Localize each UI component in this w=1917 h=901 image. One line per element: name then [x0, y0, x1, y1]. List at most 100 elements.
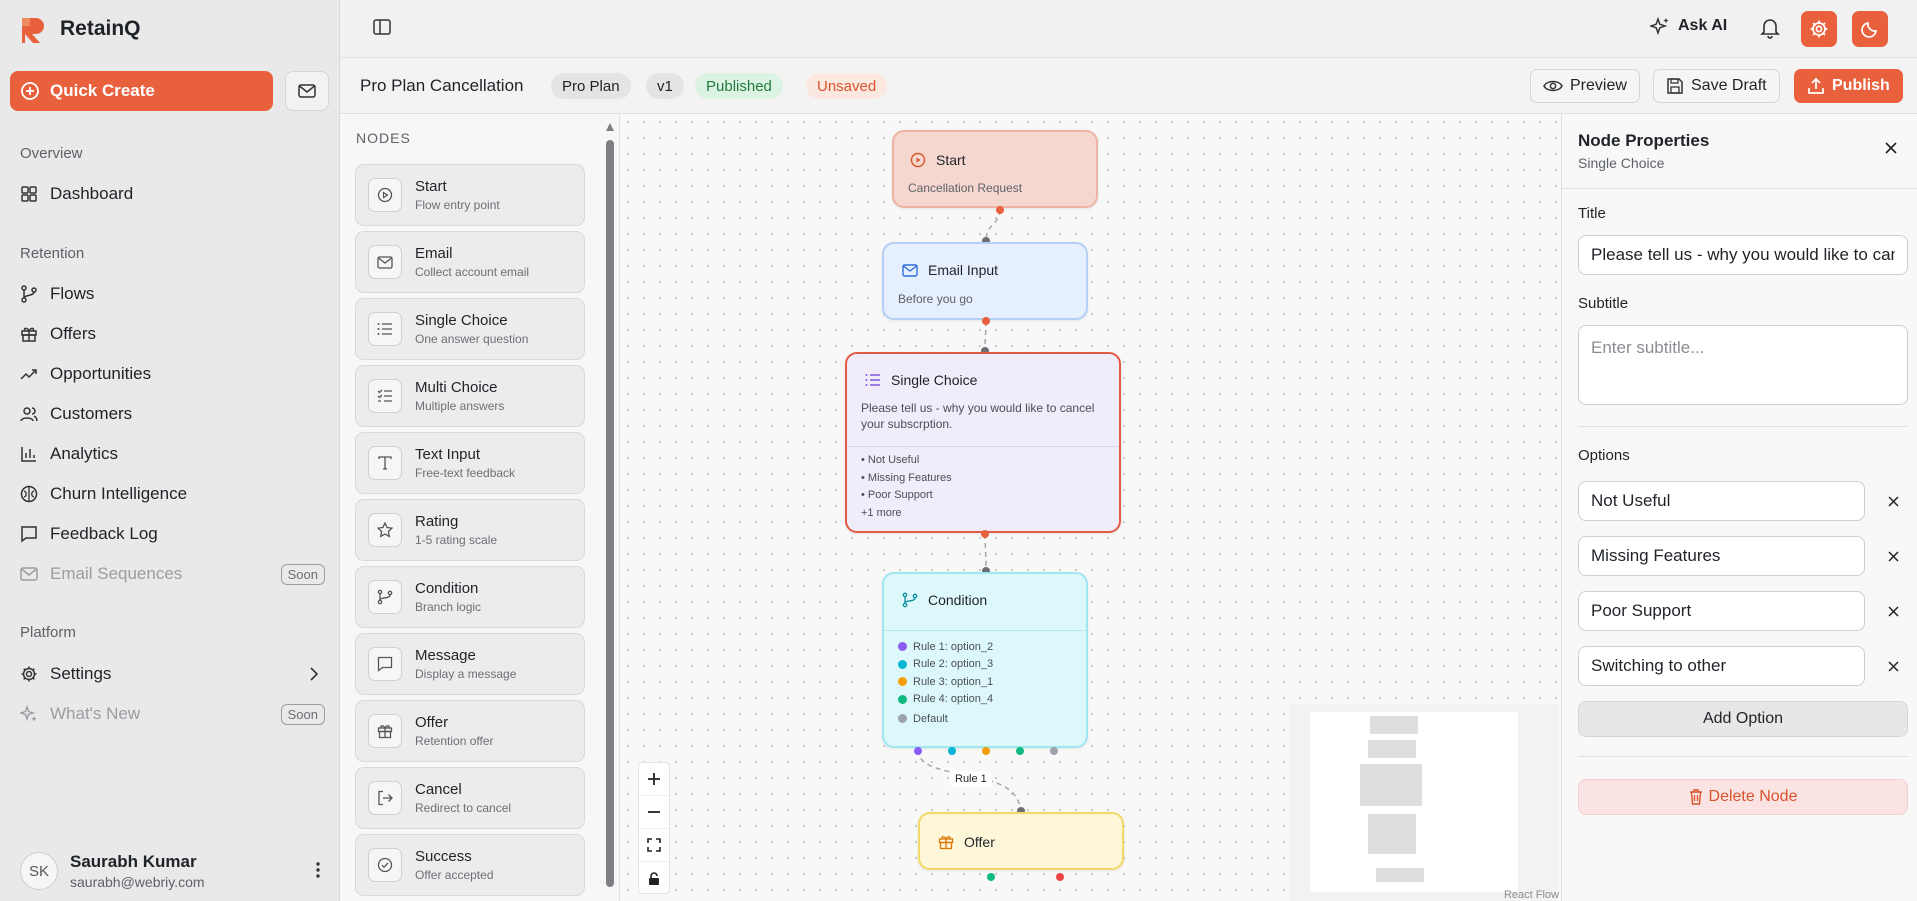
remove-option-icon[interactable]	[1888, 551, 1899, 562]
quick-create-button[interactable]: Quick Create	[10, 71, 273, 111]
status-badge: Published	[695, 73, 783, 99]
option-input[interactable]	[1578, 646, 1865, 686]
flow-canvas[interactable]: Start Cancellation Request Email Input B…	[620, 114, 1561, 901]
flow-node-condition[interactable]: Condition Rule 1: option_2 Rule 2: optio…	[882, 572, 1088, 748]
sidebar-item-analytics[interactable]: Analytics	[20, 438, 325, 470]
sidebar-item-email-sequences[interactable]: Email Sequences Soon	[20, 558, 325, 590]
palette-item-multi-choice[interactable]: Multi Choice Multiple answers	[355, 365, 585, 427]
sidebar-item-flows[interactable]: Flows	[20, 278, 325, 310]
publish-button[interactable]: Publish	[1794, 69, 1903, 103]
remove-option-icon[interactable]	[1888, 661, 1899, 672]
theme-toggle-button[interactable]	[1852, 11, 1888, 47]
user-profile[interactable]: SK Saurabh Kumar saurabh@webriy.com	[20, 850, 330, 892]
preview-button[interactable]: Preview	[1530, 69, 1640, 103]
title-input[interactable]	[1578, 235, 1908, 275]
handle-offer-decline[interactable]	[1056, 873, 1064, 881]
node-subtitle: Before you go	[898, 292, 973, 306]
sidebar-item-label: Opportunities	[50, 364, 152, 383]
palette-item-start[interactable]: Start Flow entry point	[355, 164, 585, 226]
sidebar-item-dashboard[interactable]: Dashboard	[20, 178, 325, 210]
bar-chart-icon	[20, 445, 38, 463]
plus-icon	[648, 773, 660, 785]
dashboard-icon	[20, 185, 38, 203]
handle-rule-1[interactable]	[914, 747, 922, 755]
scroll-thumb[interactable]	[606, 140, 614, 887]
rule-dot	[898, 659, 907, 669]
minimap-node	[1376, 868, 1424, 882]
react-flow-attribution[interactable]: React Flow	[1504, 889, 1559, 901]
fit-view-button[interactable]	[639, 829, 669, 862]
handle-single-out[interactable]	[981, 530, 989, 538]
handle-rule-3[interactable]	[982, 747, 990, 755]
palette-item-message[interactable]: Message Display a message	[355, 633, 585, 695]
handle-start-out[interactable]	[996, 206, 1004, 214]
sidebar-item-churn-intelligence[interactable]: Churn Intelligence	[20, 478, 325, 510]
ask-ai-button[interactable]: Ask AI	[1650, 16, 1727, 36]
flow-node-email-input[interactable]: Email Input Before you go	[882, 242, 1088, 320]
handle-rule-2[interactable]	[948, 747, 956, 755]
rule-label: Rule 4: option_4	[913, 693, 994, 706]
rule-dot	[898, 677, 907, 687]
close-icon[interactable]	[1885, 142, 1897, 154]
node-title: Start	[936, 152, 966, 168]
option-input[interactable]	[1578, 481, 1865, 521]
flow-node-offer[interactable]: Offer	[918, 812, 1124, 870]
palette-scrollbar[interactable]	[605, 122, 615, 901]
palette-item-success[interactable]: Success Offer accepted	[355, 834, 585, 896]
more-vertical-icon[interactable]	[316, 862, 320, 878]
sidebar-item-customers[interactable]: Customers	[20, 398, 325, 430]
delete-node-button[interactable]: Delete Node	[1578, 779, 1908, 815]
zoom-in-button[interactable]	[639, 763, 669, 796]
sidebar-item-label: Analytics	[50, 444, 119, 463]
settings-button[interactable]	[1801, 11, 1837, 47]
zoom-out-button[interactable]	[639, 796, 669, 829]
flow-node-single-choice[interactable]: Single Choice Please tell us - why you w…	[845, 352, 1121, 533]
play-icon	[910, 152, 926, 168]
node-title: Offer	[964, 834, 995, 850]
palette-item-name: Offer	[415, 714, 449, 731]
save-icon	[1667, 78, 1683, 94]
bell-icon[interactable]	[1760, 17, 1780, 39]
handle-email-out[interactable]	[982, 317, 990, 325]
flow-node-start[interactable]: Start Cancellation Request	[892, 130, 1098, 208]
edge-label[interactable]: Rule 1	[950, 771, 992, 787]
handle-default[interactable]	[1050, 747, 1058, 755]
handle-rule-4[interactable]	[1016, 747, 1024, 755]
palette-item-text-input[interactable]: Text Input Free-text feedback	[355, 432, 585, 494]
minimap-viewport	[1310, 712, 1518, 892]
node-option: • Not Useful	[861, 454, 920, 466]
plan-badge: Pro Plan	[551, 73, 631, 99]
sidebar-item-feedback-log[interactable]: Feedback Log	[20, 518, 325, 550]
option-input[interactable]	[1578, 591, 1865, 631]
minimap[interactable]	[1290, 704, 1558, 901]
palette-item-email[interactable]: Email Collect account email	[355, 231, 585, 293]
delete-node-label: Delete Node	[1708, 788, 1798, 805]
option-input[interactable]	[1578, 536, 1865, 576]
preview-label: Preview	[1570, 77, 1627, 94]
moon-icon	[1861, 21, 1878, 38]
save-draft-button[interactable]: Save Draft	[1653, 69, 1780, 103]
fit-view-icon	[647, 838, 661, 852]
sidebar-item-opportunities[interactable]: Opportunities	[20, 358, 325, 390]
handle-offer-accept[interactable]	[987, 873, 995, 881]
toggle-sidebar-icon[interactable]	[372, 17, 392, 37]
remove-option-icon[interactable]	[1888, 606, 1899, 617]
remove-option-icon[interactable]	[1888, 496, 1899, 507]
palette-item-condition[interactable]: Condition Branch logic	[355, 566, 585, 628]
palette-item-cancel[interactable]: Cancel Redirect to cancel	[355, 767, 585, 829]
plus-circle-icon	[21, 82, 39, 100]
lock-button[interactable]	[639, 862, 669, 895]
sidebar-item-whats-new[interactable]: What's New Soon	[20, 698, 325, 730]
sidebar-item-settings[interactable]: Settings	[20, 658, 325, 690]
sidebar-item-label: What's New	[50, 704, 141, 723]
scroll-up-icon[interactable]	[605, 122, 615, 132]
brand[interactable]: RetainQ	[20, 14, 141, 44]
palette-item-single-choice[interactable]: Single Choice One answer question	[355, 298, 585, 360]
palette-item-rating[interactable]: Rating 1-5 rating scale	[355, 499, 585, 561]
panel-subtitle: Single Choice	[1578, 155, 1665, 171]
palette-item-offer[interactable]: Offer Retention offer	[355, 700, 585, 762]
sidebar-item-offers[interactable]: Offers	[20, 318, 325, 350]
subtitle-input[interactable]	[1578, 325, 1908, 405]
add-option-button[interactable]: Add Option	[1578, 701, 1908, 737]
inbox-button[interactable]	[285, 71, 329, 111]
